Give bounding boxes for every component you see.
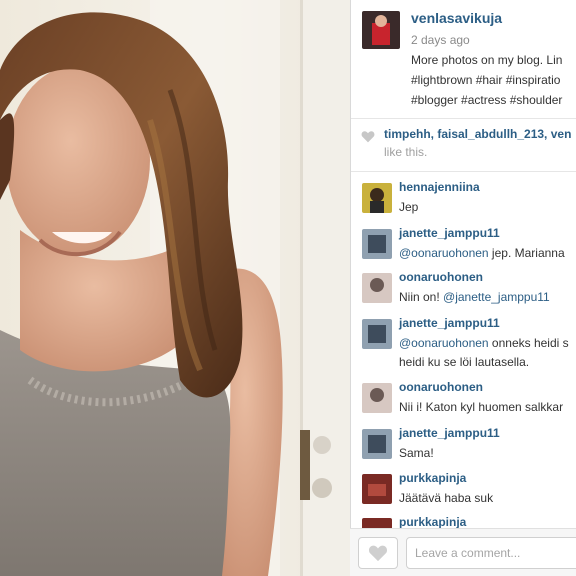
post-details-panel: venlasavikuja 2 days ago More photos on … xyxy=(350,0,576,576)
heart-icon xyxy=(361,131,375,143)
commenter-avatar[interactable] xyxy=(362,273,392,303)
commenter-username[interactable]: janette_jamppu11 xyxy=(399,426,500,440)
mention-link[interactable]: @janette_jamppu11 xyxy=(443,290,550,304)
comment-item: purkkapinja Jäätävä haba suk xyxy=(351,469,576,511)
comment-text-part: jep. Marianna xyxy=(488,246,565,260)
commenter-username[interactable]: hennajenniina xyxy=(399,180,480,194)
commenter-username[interactable]: purkkapinja xyxy=(399,471,466,485)
comment-text-part: Sama! xyxy=(399,446,434,460)
comment-item: janette_jamppu11 Sama! xyxy=(351,424,576,466)
caption-line: #blogger #actress #shoulder xyxy=(411,93,563,107)
caption-line: More photos on my blog. Lin xyxy=(411,53,563,67)
post-photo[interactable] xyxy=(0,0,352,576)
comment-item: oonaruohonen Niin on! @janette_jamppu11 xyxy=(351,268,576,310)
comment-text: @oonaruohonen jep. Marianna xyxy=(399,244,565,263)
commenter-avatar[interactable] xyxy=(362,183,392,213)
comment-text: Niin on! @janette_jamppu11 xyxy=(399,288,550,307)
likers-list[interactable]: timpehh, faisal_abdullh_213, ven xyxy=(384,127,571,141)
comment-text: Jep xyxy=(399,198,418,217)
post-caption: More photos on my blog. Lin #lightbrown … xyxy=(411,50,562,110)
comment-item: hennajenniina Jep xyxy=(351,178,576,218)
caption-line: #lightbrown #hair #inspiratio xyxy=(411,73,561,87)
mention-link[interactable]: @oonaruohonen xyxy=(399,336,489,350)
commenter-username[interactable]: janette_jamppu11 xyxy=(399,316,500,330)
comment-text: Sama! xyxy=(399,444,434,463)
comment-text: @oonaruohonen onneks heidi s heidi ku se… xyxy=(399,334,569,372)
instagram-post-view: venlasavikuja 2 days ago More photos on … xyxy=(0,0,576,576)
post-photo-image xyxy=(0,0,352,576)
likes-suffix: like this. xyxy=(384,145,428,159)
mention-link[interactable]: @oonaruohonen xyxy=(399,246,489,260)
comment-item: oonaruohonen Nii i! Katon kyl huomen sal… xyxy=(351,378,576,420)
comment-text-part: heidi ku se löi lautasella. xyxy=(399,355,530,369)
commenter-username[interactable]: purkkapinja xyxy=(399,515,466,529)
likes-section: timpehh, faisal_abdullh_213, ven like th… xyxy=(351,119,576,172)
commenter-avatar[interactable] xyxy=(362,383,392,413)
post-timestamp[interactable]: 2 days ago xyxy=(411,33,470,47)
comment-item: janette_jamppu11 @oonaruohonen onneks he… xyxy=(351,314,576,376)
comment-text: Jäätävä haba suk xyxy=(399,489,493,508)
commenter-avatar[interactable] xyxy=(362,429,392,459)
comment-item: janette_jamppu11 @oonaruohonen jep. Mari… xyxy=(351,224,576,266)
author-avatar[interactable] xyxy=(362,11,400,49)
comment-text: Nii i! Katon kyl huomen salkkar xyxy=(399,398,563,417)
commenter-avatar[interactable] xyxy=(362,229,392,259)
comment-text-part: Jep xyxy=(399,200,419,214)
like-button[interactable] xyxy=(358,537,398,569)
comment-input[interactable] xyxy=(406,537,576,569)
commenter-username[interactable]: oonaruohonen xyxy=(399,380,483,394)
commenter-username[interactable]: janette_jamppu11 xyxy=(399,226,500,240)
author-username[interactable]: venlasavikuja xyxy=(411,10,502,26)
comment-text-part: Nii i! Katon kyl huomen salkkar xyxy=(399,400,564,414)
comment-text-part: Niin on! xyxy=(399,290,444,304)
comment-text-part: Jäätävä haba suk xyxy=(399,491,494,505)
commenter-avatar[interactable] xyxy=(362,319,392,349)
post-header: venlasavikuja 2 days ago More photos on … xyxy=(351,0,576,119)
comment-text-part: onneks heidi s xyxy=(488,336,569,350)
commenter-username[interactable]: oonaruohonen xyxy=(399,270,483,284)
commenter-avatar[interactable] xyxy=(362,474,392,504)
comment-bar xyxy=(350,528,576,576)
heart-icon xyxy=(368,545,388,562)
